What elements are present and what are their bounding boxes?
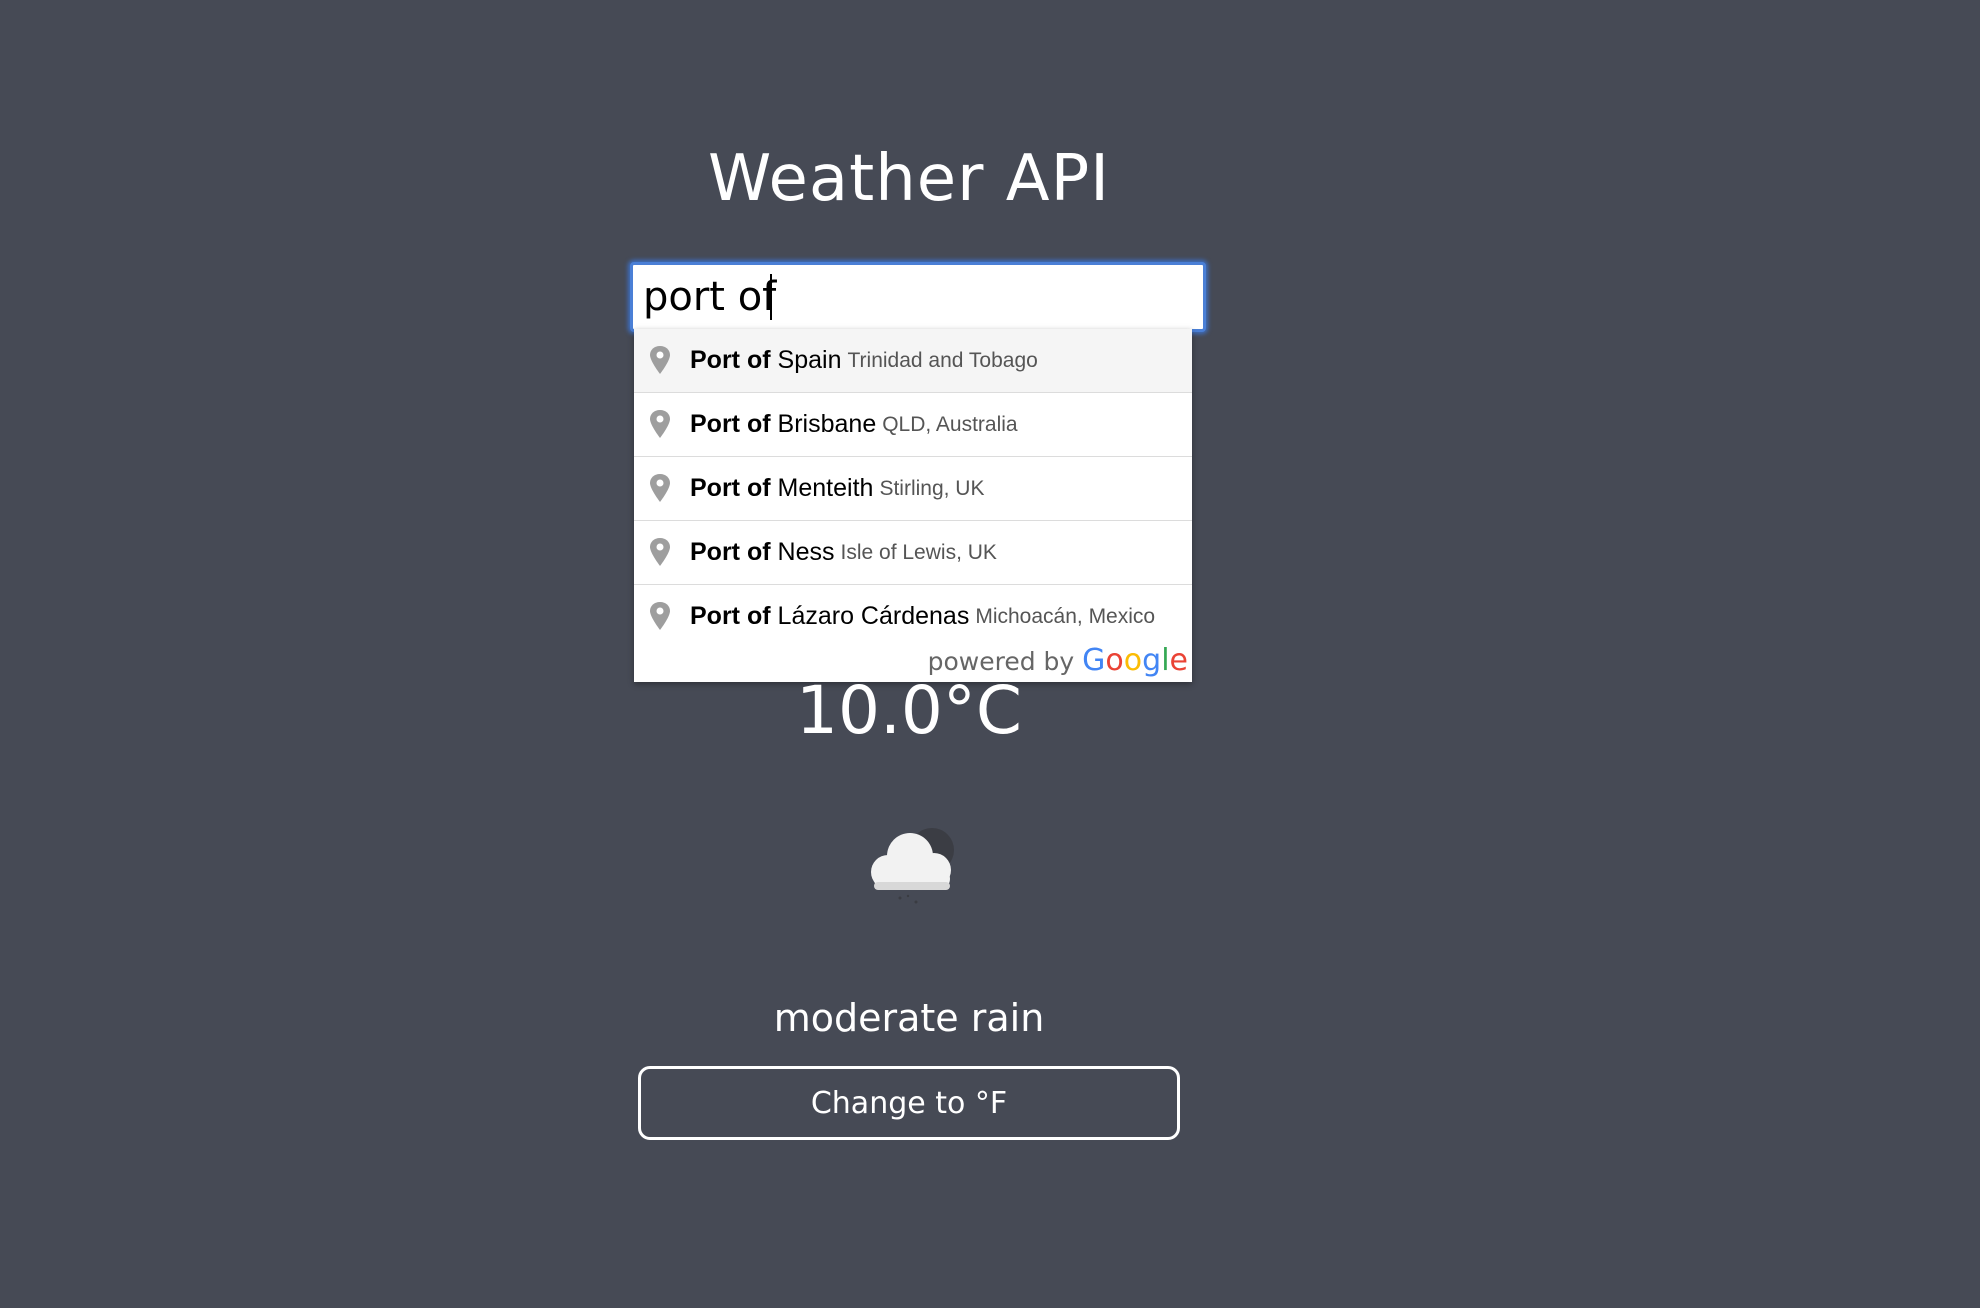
suggestion-match-text: Port of [690,602,771,630]
suggestion-main-text: Spain [777,346,842,374]
suggestion-item[interactable]: Port of Spain Trinidad and Tobago [634,329,1192,393]
suggestion-item[interactable]: Port of Menteith Stirling, UK [634,457,1192,521]
suggestion-secondary-text: Isle of Lewis, UK [840,540,997,564]
suggestion-match-text: Port of [690,410,771,438]
page-title: Weather API [707,142,1111,216]
suggestion-item[interactable]: Port of Ness Isle of Lewis, UK [634,521,1192,585]
suggestion-secondary-text: QLD, Australia [882,412,1018,436]
search-box[interactable] [630,262,1206,332]
suggestion-secondary-text: Stirling, UK [879,476,985,500]
suggestion-match-text: Port of [690,474,771,502]
autocomplete-dropdown: Port of Spain Trinidad and Tobago Port o… [634,329,1192,682]
suggestion-item[interactable]: Port of Brisbane QLD, Australia [634,393,1192,457]
suggestion-match-text: Port of [690,346,771,374]
cloud-rain-icon [871,828,954,904]
weather-condition: moderate rain [773,996,1045,1040]
map-pin-icon [650,537,670,566]
suggestion-main-text: Lázaro Cárdenas [777,602,970,630]
map-pin-icon [650,473,670,502]
text-caret [770,274,772,320]
location-search-input[interactable] [633,265,1203,329]
suggestion-match-text: Port of [690,538,771,566]
suggestion-secondary-text: Trinidad and Tobago [847,348,1038,372]
map-pin-icon [650,345,670,374]
suggestion-secondary-text: Michoacán, Mexico [975,604,1156,628]
map-pin-icon [650,409,670,438]
suggestion-main-text: Brisbane [777,410,877,438]
weather-app: Weather API Port of Spain Trinidad and T… [0,0,1980,1308]
suggestion-main-text: Ness [777,538,835,566]
map-pin-icon [650,601,670,630]
suggestion-main-text: Menteith [777,474,874,502]
suggestion-item[interactable]: Port of Lázaro Cárdenas Michoacán, Mexic… [634,585,1192,648]
temperature-display: 10.0°C [795,672,1023,749]
change-unit-button[interactable]: Change to °F [638,1066,1180,1140]
